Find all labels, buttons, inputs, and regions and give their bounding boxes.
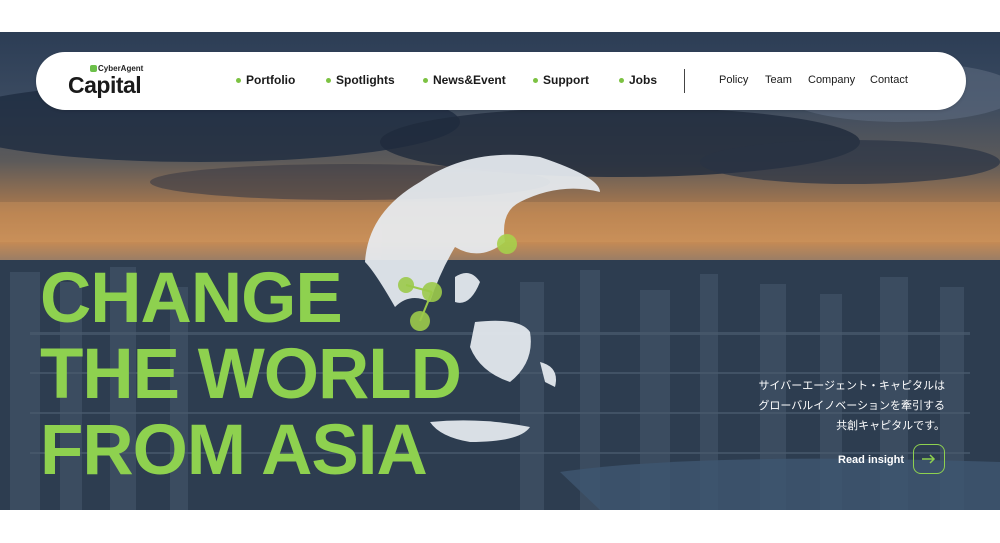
cyberagent-leaf-icon — [90, 65, 97, 72]
nav-item-jobs[interactable]: Jobs — [619, 73, 657, 87]
brand-logo[interactable]: CyberAgent Capital — [68, 62, 158, 102]
nav-item-spotlights[interactable]: Spotlights — [326, 73, 395, 87]
logo-wordmark: Capital — [68, 72, 142, 98]
nav-item-contact[interactable]: Contact — [870, 74, 908, 86]
headline-line-2: THE WORLD — [40, 335, 462, 414]
headline-line-3: FROM ASIA — [40, 411, 428, 490]
hero-description-line-2: グローバルイノベーションを牽引する — [758, 400, 945, 412]
bullet-dot-icon — [619, 77, 624, 83]
nav-item-policy[interactable]: Policy — [719, 74, 748, 86]
bullet-dot-icon — [326, 77, 331, 83]
nav-item-news-event[interactable]: News&Event — [423, 73, 506, 87]
top-navigation-bar: CyberAgent Capital Portfolio Spotlights … — [36, 52, 966, 110]
nav-label: News&Event — [433, 73, 506, 87]
headline-line-1: CHANGE — [40, 259, 343, 338]
hero-description-line-1: サイバーエージェント・キャピタルは — [758, 380, 945, 392]
read-insight-link[interactable]: Read insight — [838, 454, 904, 466]
bullet-dot-icon — [423, 77, 428, 83]
nav-item-company[interactable]: Company — [808, 74, 855, 86]
arrow-right-icon — [922, 454, 936, 464]
nav-item-team[interactable]: Team — [765, 74, 792, 86]
nav-divider — [684, 69, 685, 93]
nav-item-support[interactable]: Support — [533, 73, 589, 87]
nav-label: Portfolio — [246, 73, 296, 87]
nav-label: Support — [543, 73, 589, 87]
bullet-dot-icon — [533, 77, 538, 83]
nav-item-portfolio[interactable]: Portfolio — [236, 73, 295, 87]
hero-description-line-3: 共創キャピタルです。 — [836, 420, 945, 432]
nav-label: Spotlights — [336, 73, 395, 87]
nav-label: Jobs — [629, 73, 658, 87]
read-insight-button[interactable] — [913, 444, 945, 474]
bullet-dot-icon — [236, 77, 241, 83]
